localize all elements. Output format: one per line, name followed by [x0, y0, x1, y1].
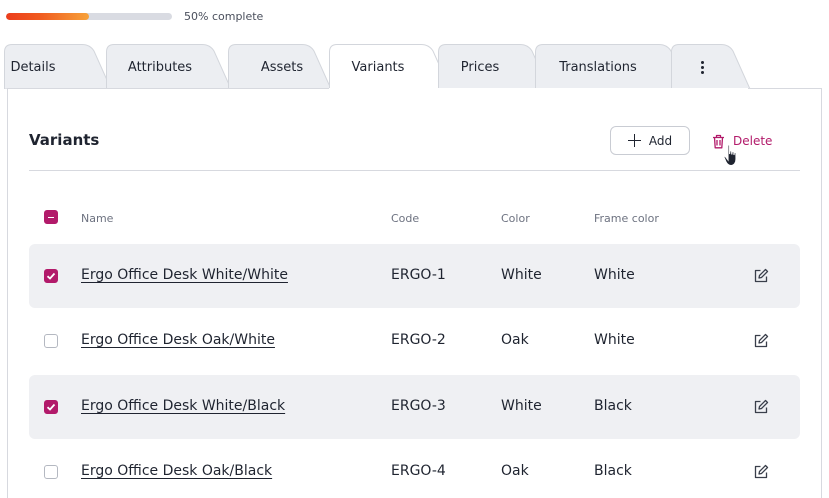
- edit-icon[interactable]: [753, 333, 769, 349]
- checkbox-checked-icon: [46, 272, 56, 280]
- checkbox-checked-icon: [46, 403, 56, 411]
- progress-track: [6, 12, 172, 20]
- column-header-color[interactable]: Color: [501, 212, 530, 225]
- row-checkbox[interactable]: [44, 334, 58, 348]
- variant-code: ERGO-2: [391, 332, 446, 348]
- variant-color: Oak: [501, 463, 529, 479]
- progress-indicator: 50% complete: [6, 9, 263, 23]
- section-divider: [29, 170, 800, 171]
- variant-name-link[interactable]: Ergo Office Desk White/White: [81, 267, 288, 283]
- tab-label: Assets: [260, 60, 304, 75]
- row-checkbox[interactable]: [44, 269, 58, 283]
- plus-icon: [627, 134, 641, 147]
- delete-button[interactable]: Delete: [712, 130, 772, 152]
- variant-code: ERGO-1: [391, 267, 446, 283]
- panel-border: [7, 88, 329, 89]
- add-button-label: Add: [648, 133, 673, 148]
- select-all-checkbox[interactable]: [44, 210, 58, 224]
- column-header-name[interactable]: Name: [81, 212, 113, 225]
- variant-color: Oak: [501, 332, 529, 348]
- table-row[interactable]: Ergo Office Desk Oak/White ERGO-2 Oak Wh…: [29, 309, 800, 373]
- edit-icon[interactable]: [753, 268, 769, 284]
- variant-frame-color: Black: [594, 398, 632, 414]
- edit-icon[interactable]: [753, 399, 769, 415]
- tab-label: Details: [10, 60, 56, 75]
- tab-label: Variants: [351, 60, 405, 75]
- row-checkbox[interactable]: [44, 465, 58, 479]
- more-vertical-icon: [700, 59, 704, 74]
- tab-shape: [671, 44, 751, 89]
- tab-details[interactable]: Details: [4, 44, 112, 89]
- variant-code: ERGO-4: [391, 463, 446, 479]
- row-checkbox[interactable]: [44, 400, 58, 414]
- column-header-code[interactable]: Code: [391, 212, 419, 225]
- tab-label: Prices: [460, 60, 500, 75]
- variant-color: White: [501, 267, 542, 283]
- tab-translations[interactable]: Translations: [535, 44, 689, 89]
- table-row[interactable]: Ergo Office Desk Oak/Black ERGO-4 Oak Bl…: [29, 440, 800, 498]
- section-title: Variants: [29, 131, 100, 149]
- variant-frame-color: Black: [594, 463, 632, 479]
- variant-frame-color: White: [594, 332, 635, 348]
- column-header-frame-color[interactable]: Frame color: [594, 212, 659, 225]
- variant-frame-color: White: [594, 267, 635, 283]
- tab-attributes[interactable]: Attributes: [106, 44, 232, 89]
- pointer-cursor-icon: [723, 144, 737, 167]
- tab-variants[interactable]: Variants: [329, 44, 451, 90]
- tab-more[interactable]: [671, 44, 751, 89]
- tab-bar: Details Attributes Assets Variants Price…: [0, 44, 829, 90]
- variant-color: White: [501, 398, 542, 414]
- panel-border: [748, 88, 822, 89]
- variant-name-link[interactable]: Ergo Office Desk Oak/Black: [81, 463, 272, 479]
- variant-code: ERGO-3: [391, 398, 446, 414]
- edit-icon[interactable]: [753, 464, 769, 480]
- tab-prices[interactable]: Prices: [438, 44, 550, 89]
- tab-label: Translations: [559, 60, 637, 75]
- table-row[interactable]: Ergo Office Desk White/Black ERGO-3 Whit…: [29, 375, 800, 439]
- progress-label: 50% complete: [184, 9, 264, 23]
- tab-assets[interactable]: Assets: [228, 44, 332, 89]
- tab-label: Attributes: [127, 60, 193, 75]
- add-button[interactable]: Add: [610, 126, 690, 155]
- variant-name-link[interactable]: Ergo Office Desk Oak/White: [81, 332, 275, 348]
- table-row[interactable]: Ergo Office Desk White/White ERGO-1 Whit…: [29, 244, 800, 308]
- progress-fill: [6, 12, 89, 20]
- variant-name-link[interactable]: Ergo Office Desk White/Black: [81, 398, 285, 414]
